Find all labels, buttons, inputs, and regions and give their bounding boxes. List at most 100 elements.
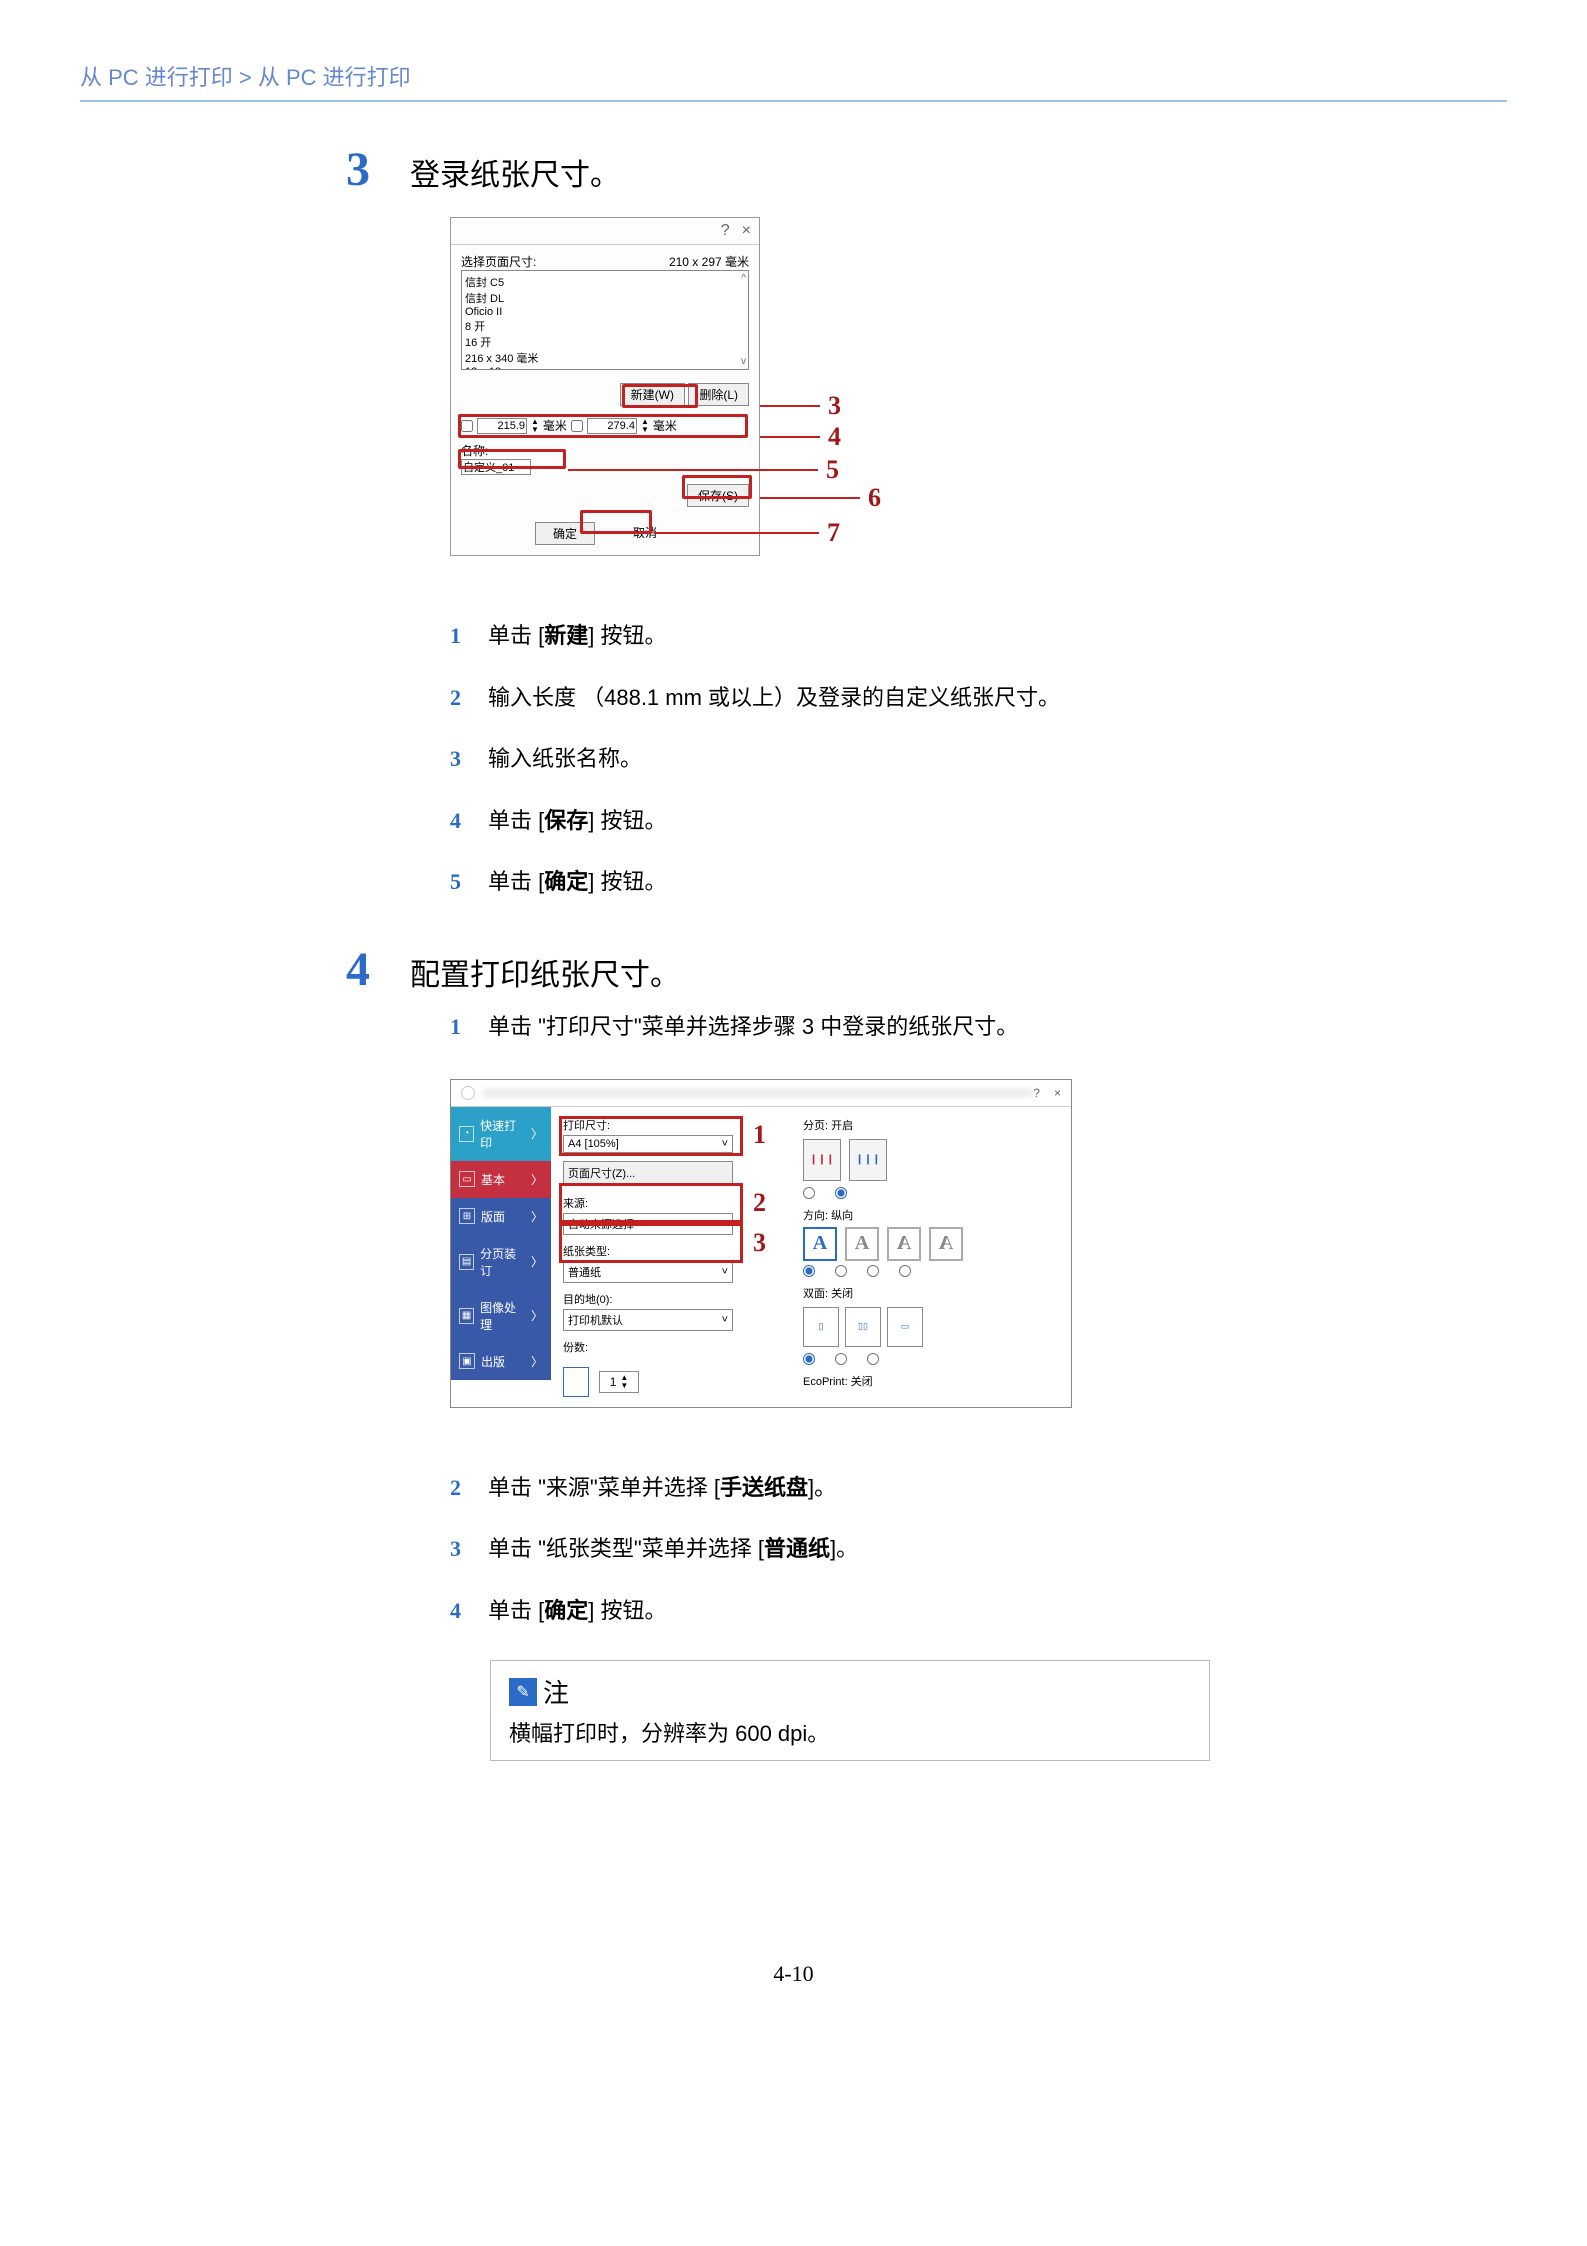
orient-radio-1[interactable] <box>803 1265 815 1277</box>
orient-radio-3[interactable] <box>867 1265 879 1277</box>
page-icon: ▭ <box>459 1171 475 1187</box>
copies-label: 份数: <box>563 1339 773 1355</box>
list-item[interactable]: 12 x 18 <box>465 366 745 370</box>
dialog-titlebar: ? × <box>451 1080 1071 1107</box>
sidebar-item-label: 图像处理 <box>480 1299 525 1333</box>
paper-size-dialog: ? × 选择页面尺寸: 210 x 297 毫米 信封 C5 信封 DL Ofi… <box>450 217 760 556</box>
substep-text: 单击 [确定] 按钮。 <box>488 1591 666 1631</box>
list-item[interactable]: Oficio II <box>465 306 745 318</box>
duplex-long-icon[interactable]: ▯▯ <box>845 1307 881 1347</box>
staple-icon: ▤ <box>459 1254 474 1270</box>
collate-on-icon[interactable]: ❙❙❙ <box>803 1139 841 1181</box>
copies-spinner[interactable]: ▲▼ <box>620 1374 628 1390</box>
orient-radio-2[interactable] <box>835 1265 847 1277</box>
height-spinner[interactable]: ▲▼ <box>641 418 649 434</box>
orient-landscape[interactable]: A <box>845 1227 879 1261</box>
height-input[interactable] <box>587 418 637 434</box>
help-icon[interactable]: ? <box>721 222 730 240</box>
list-item[interactable]: 信封 DL <box>465 290 745 306</box>
image-icon: ▦ <box>459 1308 474 1324</box>
chevron-right-icon: 〉 <box>531 1208 543 1225</box>
duplex-short-icon[interactable]: ▭ <box>887 1307 923 1347</box>
chevron-right-icon: 〉 <box>531 1253 543 1270</box>
dest-select[interactable]: 打印机默认 ˅ <box>563 1309 733 1331</box>
duplex-radio-2[interactable] <box>835 1353 847 1365</box>
callout-3b: 3 <box>753 1228 766 1258</box>
save-button[interactable]: 保存(S) <box>687 484 749 507</box>
scroll-up-icon[interactable]: ^ <box>741 273 746 284</box>
substep-text: 单击 "来源"菜单并选择 [手送纸盘]。 <box>488 1468 836 1508</box>
substep-num: 4 <box>450 801 468 841</box>
help-icon[interactable]: ? <box>1033 1086 1040 1100</box>
dest-label: 目的地(0): <box>563 1291 773 1307</box>
sidebar-item-quick[interactable]: ◔ 快速打印〉 <box>451 1107 551 1161</box>
duplex-radio-3[interactable] <box>867 1353 879 1365</box>
orient-portrait-flip[interactable]: A <box>887 1227 921 1261</box>
collate-radio-on[interactable] <box>835 1187 847 1199</box>
close-icon[interactable]: × <box>1054 1086 1061 1100</box>
note-box: ✎ 注 横幅打印时，分辨率为 600 dpi。 <box>490 1660 1210 1761</box>
copies-input[interactable]: 1▲▼ <box>599 1371 639 1393</box>
substep-num: 3 <box>450 739 468 779</box>
list-item[interactable]: 信封 C5 <box>465 274 745 290</box>
orient-radio-4[interactable] <box>899 1265 911 1277</box>
size-list[interactable]: 信封 C5 信封 DL Oficio II 8 开 16 开 216 x 340… <box>461 270 749 370</box>
ok-button[interactable]: 确定 <box>535 522 595 545</box>
list-label: 选择页面尺寸: <box>461 253 536 270</box>
width-lock-checkbox[interactable] <box>461 420 473 432</box>
chevron-right-icon: 〉 <box>531 1171 543 1188</box>
width-input[interactable] <box>477 418 527 434</box>
callout-1: 1 <box>753 1120 766 1150</box>
sidebar-item-finish[interactable]: ▤分页装订〉 <box>451 1235 551 1289</box>
step-3-title: 登录纸张尺寸。 <box>410 150 620 194</box>
step-4-number: 4 <box>330 942 370 997</box>
sidebar-item-basic[interactable]: ▭基本〉 <box>451 1161 551 1198</box>
callout-4: 4 <box>828 422 841 452</box>
sidebar-item-label: 出版 <box>481 1353 505 1370</box>
media-select[interactable]: 普通纸˅ <box>563 1261 733 1283</box>
orient-landscape-flip[interactable]: A <box>929 1227 963 1261</box>
list-item[interactable]: 8 开 <box>465 318 745 334</box>
sidebar-item-layout[interactable]: ⊞版面〉 <box>451 1198 551 1235</box>
substep-text: 单击 [保存] 按钮。 <box>488 801 666 841</box>
scroll-down-icon[interactable]: v <box>741 356 746 367</box>
orient-portrait[interactable]: A <box>803 1227 837 1261</box>
close-icon[interactable]: × <box>742 222 751 240</box>
name-input[interactable] <box>461 459 531 475</box>
divider <box>80 100 1507 102</box>
width-spinner[interactable]: ▲▼ <box>531 418 539 434</box>
duplex-off-icon[interactable]: ▯ <box>803 1307 839 1347</box>
delete-button[interactable]: 删除(L) <box>688 383 749 406</box>
list-item[interactable]: 216 x 340 毫米 <box>465 350 745 366</box>
select-value: 打印机默认 <box>568 1312 623 1328</box>
note-title: 注 <box>543 1673 569 1710</box>
collate-label: 分页: 开启 <box>803 1117 1059 1133</box>
chevron-right-icon: 〉 <box>531 1353 543 1370</box>
new-button[interactable]: 新建(W) <box>620 383 685 406</box>
blurred-title <box>483 1088 1033 1098</box>
chevron-right-icon: 〉 <box>531 1125 543 1142</box>
height-unit: 毫米 <box>653 417 677 434</box>
step-3-number: 3 <box>330 142 370 197</box>
substep-num: 1 <box>450 1007 468 1047</box>
sidebar: ◔快速打印〉 ▭基本〉 ⊞版面〉 ▤分页装订〉 ▦图像处理〉 ▣出版〉 <box>451 1107 551 1407</box>
chevron-down-icon: ˅ <box>722 1314 728 1326</box>
collate-off-icon[interactable]: ❙❙❙ <box>849 1139 887 1181</box>
substep-text: 输入纸张名称。 <box>488 739 642 779</box>
duplex-radio-1[interactable] <box>803 1353 815 1365</box>
sidebar-item-label: 快速打印 <box>480 1117 525 1151</box>
height-lock-checkbox[interactable] <box>571 420 583 432</box>
app-icon <box>461 1086 475 1100</box>
page-size-button[interactable]: 页面尺寸(Z)... <box>563 1161 733 1185</box>
collate-radio-off[interactable] <box>803 1187 815 1199</box>
gauge-icon: ◔ <box>459 1126 474 1142</box>
sidebar-item-image[interactable]: ▦图像处理〉 <box>451 1289 551 1343</box>
callout-2: 2 <box>753 1188 766 1218</box>
step-4-title: 配置打印纸张尺寸。 <box>410 950 680 994</box>
breadcrumb: 从 PC 进行打印 > 从 PC 进行打印 <box>80 60 1507 92</box>
list-item[interactable]: 16 开 <box>465 334 745 350</box>
substep-num: 2 <box>450 1468 468 1508</box>
sidebar-item-publish[interactable]: ▣出版〉 <box>451 1343 551 1380</box>
highlight-box-3b <box>559 1223 743 1263</box>
grid-icon: ⊞ <box>459 1208 475 1224</box>
